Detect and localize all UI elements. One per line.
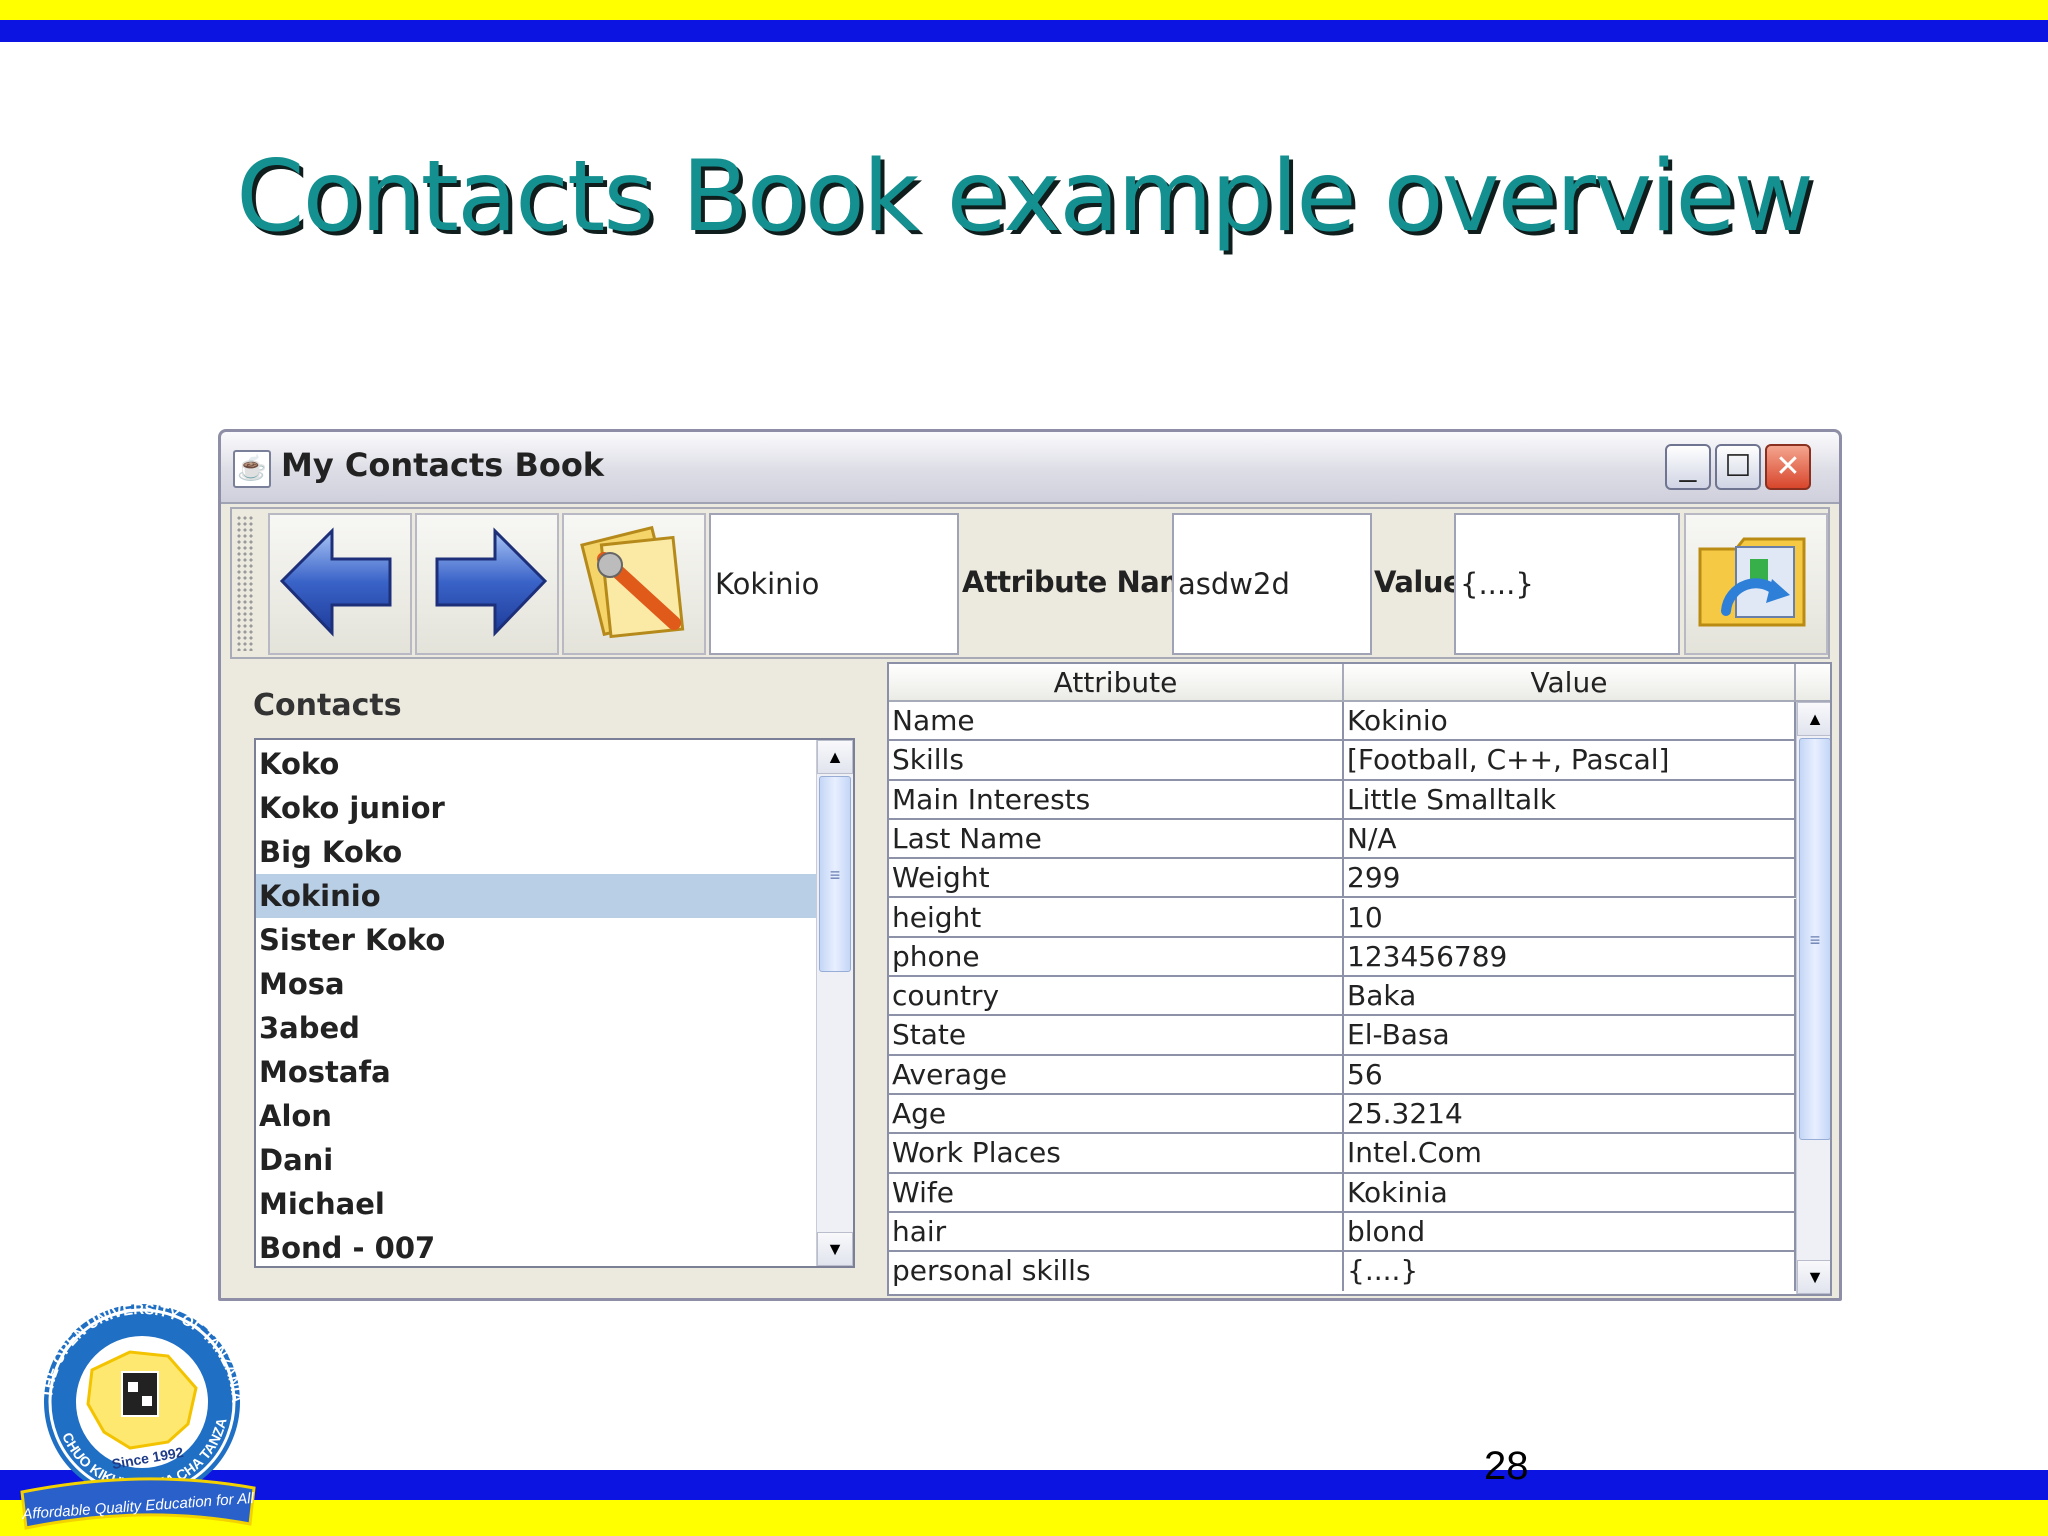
- column-header-attribute[interactable]: Attribute: [889, 664, 1344, 702]
- contact-item-alon[interactable]: Alon: [256, 1094, 816, 1138]
- attribute-cell: Average: [889, 1055, 1344, 1093]
- contacts-label: Contacts: [253, 688, 402, 723]
- value-label: Value: [1374, 565, 1463, 599]
- university-logo: THE OPEN UNIVERSITY OF TANZANIA CHUO KIK…: [18, 1292, 256, 1530]
- value-cell[interactable]: 299: [1344, 859, 1796, 897]
- attribute-cell: hair: [889, 1212, 1344, 1251]
- toolbar-grip[interactable]: [236, 515, 254, 651]
- value-cell[interactable]: Little Smalltalk: [1344, 780, 1796, 818]
- edit-button[interactable]: [562, 513, 706, 655]
- previous-button[interactable]: [268, 513, 412, 655]
- value-cell[interactable]: Kokinia: [1344, 1173, 1796, 1211]
- table-row[interactable]: personal skills {....}: [889, 1252, 1796, 1292]
- table-row[interactable]: Skills [Football, C++, Pascal]: [889, 741, 1796, 781]
- value-field[interactable]: {....}: [1454, 513, 1680, 655]
- table-row[interactable]: phone 123456789: [889, 937, 1796, 978]
- contact-item-mostafa[interactable]: Mostafa: [256, 1050, 816, 1094]
- attribute-cell: country: [889, 977, 1344, 1015]
- arrow-right-icon: [435, 527, 548, 637]
- contact-item-bond-007[interactable]: Bond - 007: [256, 1226, 816, 1266]
- table-row[interactable]: height 10: [889, 898, 1796, 938]
- attribute-cell: phone: [889, 937, 1344, 976]
- attribute-cell: Age: [889, 1095, 1344, 1133]
- value-cell[interactable]: Intel.Com: [1344, 1134, 1796, 1172]
- bottom-yellow-band: [0, 1500, 2048, 1536]
- attribute-cell: height: [889, 898, 1344, 936]
- attribute-cell: Work Places: [889, 1134, 1344, 1172]
- slide-title: Contacts Book example overview: [236, 140, 1814, 254]
- attribute-cell: Name: [889, 702, 1344, 740]
- value-cell[interactable]: El-Basa: [1344, 1016, 1796, 1054]
- value-cell[interactable]: N/A: [1344, 819, 1796, 858]
- contact-item-dani[interactable]: Dani: [256, 1138, 816, 1182]
- table-row[interactable]: Main Interests Little Smalltalk: [889, 780, 1796, 820]
- contacts-list: Koko Koko junior Big Koko Kokinio Sister…: [254, 738, 855, 1268]
- table-row[interactable]: Average 56: [889, 1055, 1796, 1095]
- contact-item-kokinio[interactable]: Kokinio: [256, 874, 816, 918]
- attribute-name-field[interactable]: asdw2d: [1172, 513, 1372, 655]
- value-cell[interactable]: Kokinio: [1344, 702, 1796, 740]
- bottom-blue-band: [0, 1470, 2048, 1500]
- contact-item-michael[interactable]: Michael: [256, 1182, 816, 1226]
- value-cell[interactable]: 10: [1344, 898, 1796, 936]
- table-row[interactable]: Age 25.3214: [889, 1095, 1796, 1135]
- refresh-folder-button[interactable]: [1684, 513, 1828, 655]
- contacts-scroll-thumb[interactable]: ≡: [819, 776, 851, 972]
- window-titlebar[interactable]: ☕ My Contacts Book _ ☐ ✕: [221, 432, 1839, 504]
- value-cell[interactable]: {....}: [1344, 1252, 1796, 1292]
- attributes-table: Attribute Value Name Kokinio Skills [Footb…: [887, 662, 1832, 1296]
- table-scrollbar[interactable]: ▲ ≡ ▼: [1796, 702, 1830, 1294]
- close-button[interactable]: ✕: [1765, 444, 1811, 490]
- contact-name-field[interactable]: Kokinio: [709, 513, 959, 655]
- attribute-cell: Main Interests: [889, 780, 1344, 818]
- contact-item-koko[interactable]: Koko: [256, 742, 816, 786]
- value-cell[interactable]: blond: [1344, 1212, 1796, 1251]
- table-row[interactable]: Wife Kokinia: [889, 1173, 1796, 1213]
- value-cell[interactable]: Baka: [1344, 977, 1796, 1015]
- table-row[interactable]: Work Places Intel.Com: [889, 1134, 1796, 1174]
- java-app-icon: ☕: [233, 450, 271, 488]
- top-blue-band: [0, 20, 2048, 42]
- minimize-button[interactable]: _: [1665, 444, 1711, 490]
- table-row[interactable]: country Baka: [889, 977, 1796, 1017]
- contacts-scroll-up[interactable]: ▲: [817, 740, 853, 774]
- table-scroll-thumb[interactable]: ≡: [1799, 738, 1830, 1140]
- contact-item-mosa[interactable]: Mosa: [256, 962, 816, 1006]
- table-scroll-down[interactable]: ▼: [1797, 1260, 1830, 1294]
- value-cell[interactable]: 25.3214: [1344, 1095, 1796, 1133]
- header-corner: [1796, 664, 1830, 702]
- table-row[interactable]: Weight 299: [889, 859, 1796, 899]
- contact-item-3abed[interactable]: 3abed: [256, 1006, 816, 1050]
- contact-item-sister-koko[interactable]: Sister Koko: [256, 918, 816, 962]
- attribute-cell: Skills: [889, 741, 1344, 779]
- table-row[interactable]: State El-Basa: [889, 1016, 1796, 1056]
- contacts-scroll-down[interactable]: ▼: [817, 1232, 853, 1266]
- arrow-left-icon: [279, 527, 392, 637]
- table-row[interactable]: Name Kokinio: [889, 702, 1796, 742]
- page-number: 28: [1484, 1444, 1529, 1488]
- contact-item-big-koko[interactable]: Big Koko: [256, 830, 816, 874]
- value-cell[interactable]: 123456789: [1344, 937, 1796, 976]
- toolbar: Kokinio Attribute Name asdw2d Value {...…: [230, 507, 1830, 659]
- folder-refresh-icon: [1698, 537, 1806, 627]
- attribute-cell: personal skills: [889, 1252, 1344, 1292]
- top-yellow-band: [0, 0, 2048, 20]
- edit-document-icon: [580, 525, 685, 639]
- attribute-cell: Last Name: [889, 819, 1344, 858]
- contacts-book-window: ☕ My Contacts Book _ ☐ ✕ Kokinio Attribu…: [218, 429, 1842, 1301]
- next-button[interactable]: [415, 513, 559, 655]
- table-row[interactable]: hair blond: [889, 1212, 1796, 1253]
- table-scroll-up[interactable]: ▲: [1797, 702, 1830, 736]
- column-header-value[interactable]: Value: [1344, 664, 1796, 702]
- window-title: My Contacts Book: [281, 446, 605, 484]
- value-cell[interactable]: 56: [1344, 1055, 1796, 1093]
- value-cell[interactable]: [Football, C++, Pascal]: [1344, 741, 1796, 779]
- contacts-scrollbar[interactable]: ▲ ≡ ▼: [816, 740, 853, 1266]
- attribute-cell: Weight: [889, 859, 1344, 897]
- attribute-cell: State: [889, 1016, 1344, 1054]
- table-row[interactable]: Last Name N/A: [889, 819, 1796, 860]
- attribute-cell: Wife: [889, 1173, 1344, 1211]
- maximize-button[interactable]: ☐: [1715, 444, 1761, 490]
- contact-item-koko-junior[interactable]: Koko junior: [256, 786, 816, 830]
